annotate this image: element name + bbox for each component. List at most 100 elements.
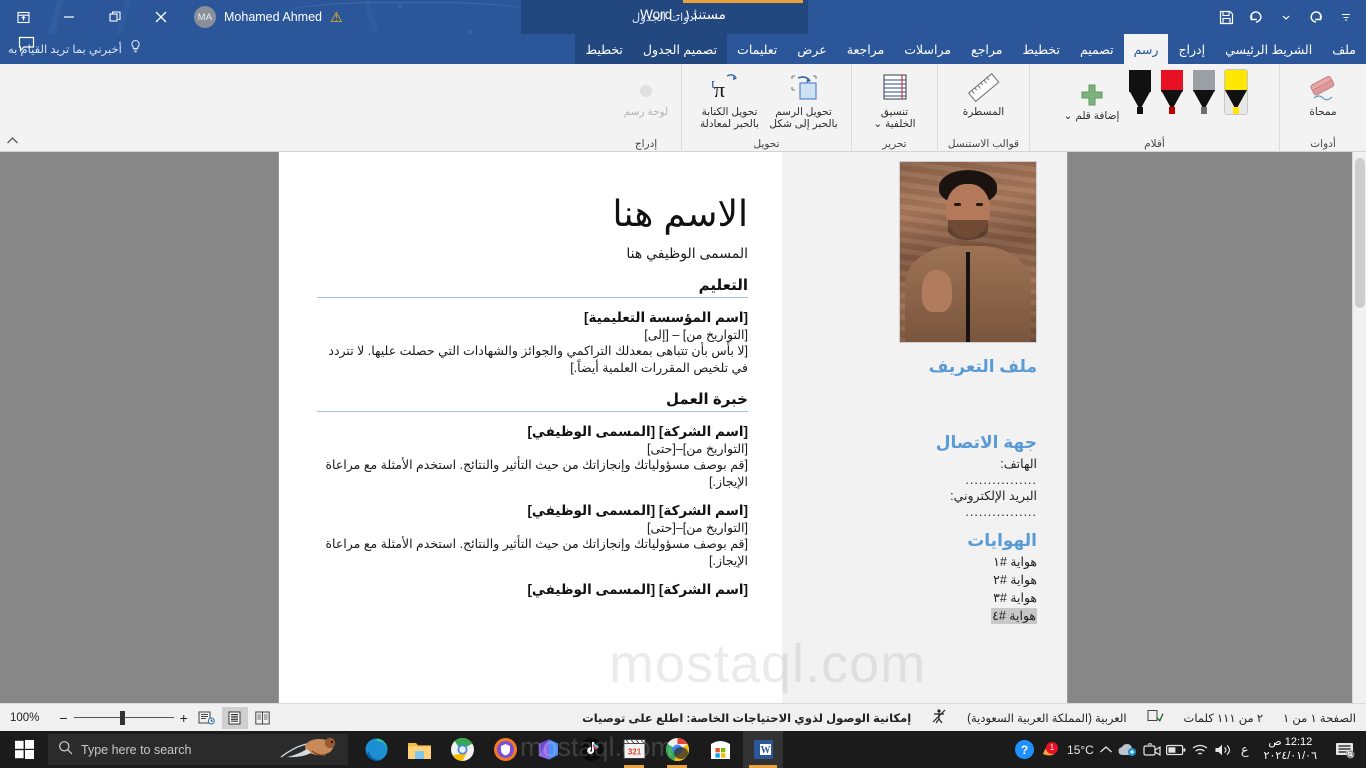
word-count[interactable]: ٢ من ١١١ كلمات xyxy=(1174,711,1274,725)
tab-5[interactable]: تخطيط xyxy=(1013,34,1070,64)
tab-4[interactable]: تصميم xyxy=(1070,34,1124,64)
svg-text:W: W xyxy=(760,745,770,756)
collapse-ribbon-icon[interactable] xyxy=(6,136,19,149)
help-question-icon[interactable]: ? xyxy=(1014,739,1035,760)
tab-10[interactable]: تعليمات xyxy=(727,34,787,64)
ink-to-shape-button[interactable]: تحويل الرسم بالحبر إلى شكل xyxy=(768,68,840,132)
print-layout-view[interactable] xyxy=(222,707,248,729)
ink-to-math-button[interactable]: π π تحويل الكتابة بالحبر لمعادلة xyxy=(694,68,766,132)
close-icon[interactable] xyxy=(138,0,184,34)
tab-11[interactable]: تصميم الجدول xyxy=(633,34,727,64)
temperature[interactable]: 15°C xyxy=(1067,743,1094,757)
action-center-icon[interactable] xyxy=(1328,731,1362,768)
ribbon-group-stencils-label: قوالب الاستنسل xyxy=(938,138,1029,150)
undo-dropdown-icon[interactable] xyxy=(1272,0,1300,34)
minimize-icon[interactable] xyxy=(46,0,92,34)
wifi-icon[interactable] xyxy=(1191,743,1209,757)
hobby-item[interactable]: هواية #٢ xyxy=(993,573,1037,587)
add-pen-label: إضافة قلم ⌄ xyxy=(1064,110,1120,122)
volume-icon[interactable] xyxy=(1214,743,1232,757)
read-mode-view[interactable] xyxy=(194,707,220,729)
ruler-label: المسطرة xyxy=(963,106,1004,118)
email-label: البريد الإلكتروني: xyxy=(800,487,1037,505)
entry-title: [اسم المؤسسة التعليمية] xyxy=(317,310,748,326)
document-canvas: ملف التعريف جهة الاتصال الهاتف: ........… xyxy=(0,152,1366,703)
language-indicator[interactable]: ع xyxy=(1237,742,1253,758)
hobby-item[interactable]: هواية #٤ xyxy=(991,608,1037,624)
windows-start-icon[interactable] xyxy=(0,731,48,768)
tab-0[interactable]: ملف xyxy=(1322,34,1366,64)
entry-description: [قم بوصف مسؤولياتك وإنجازاتك من حيث التأ… xyxy=(317,536,748,570)
ribbon-group-pens-label: أقلام xyxy=(1030,138,1279,150)
battery-icon[interactable] xyxy=(1166,744,1186,756)
tab-12[interactable]: تخطيط xyxy=(575,34,632,64)
tab-7[interactable]: مراسلات xyxy=(894,34,961,64)
drawing-canvas-button[interactable]: لوحة رسم xyxy=(617,68,675,120)
zoom-slider[interactable] xyxy=(74,711,174,725)
restore-icon[interactable] xyxy=(92,0,138,34)
save-icon[interactable] xyxy=(1212,0,1240,34)
hobbies-heading: الهوايات xyxy=(800,531,1037,551)
profile-photo[interactable] xyxy=(899,161,1037,343)
tab-3[interactable]: رسم xyxy=(1124,34,1169,64)
google-chrome-icon[interactable] xyxy=(442,731,482,768)
eraser-button[interactable]: ممحاة xyxy=(1294,68,1352,120)
file-explorer-icon[interactable] xyxy=(399,731,439,768)
show-hidden-icons-icon[interactable] xyxy=(1099,745,1113,755)
zoom-slider-knob[interactable] xyxy=(120,711,125,725)
background-format-button[interactable]: تنسيق الخلفية ⌄ xyxy=(866,68,924,132)
vertical-scrollbar[interactable] xyxy=(1352,152,1366,703)
microsoft-store-icon[interactable] xyxy=(700,731,740,768)
ribbon-display-options-icon[interactable] xyxy=(0,0,46,34)
avast-secure-browser-icon[interactable] xyxy=(485,731,525,768)
entry-dates: [التواريخ من] – [إلى] xyxy=(317,327,748,342)
account-info[interactable]: MA Mohamed Ahmed ⚠ xyxy=(188,0,349,34)
word-icon[interactable]: W xyxy=(743,731,783,768)
tab-1[interactable]: الشريط الرئيسي xyxy=(1215,34,1322,64)
web-layout-view[interactable] xyxy=(250,707,276,729)
pencil-gray-pen[interactable] xyxy=(1193,70,1215,114)
tab-8[interactable]: مراجعة xyxy=(837,34,895,64)
add-pen-button[interactable]: إضافة قلم ⌄ xyxy=(1063,68,1121,124)
zoom-percent[interactable]: 100% xyxy=(0,712,49,724)
pen-black[interactable] xyxy=(1129,70,1151,114)
tab-9[interactable]: عرض xyxy=(787,34,836,64)
zoom-out-button[interactable]: − xyxy=(59,710,67,726)
hobby-item[interactable]: هواية #١ xyxy=(993,555,1037,569)
ruler-button[interactable]: المسطرة xyxy=(955,68,1013,120)
zoom-in-button[interactable]: + xyxy=(180,710,188,726)
onedrive-icon[interactable] xyxy=(1118,743,1138,757)
accessibility-text[interactable]: إمكانية الوصول لذوي الاحتياجات الخاصة: ا… xyxy=(572,711,921,725)
search-input[interactable]: Type here to search xyxy=(48,734,348,765)
ribbon-group-insert: لوحة رسم إدراج xyxy=(611,64,682,152)
document-page[interactable]: ملف التعريف جهة الاتصال الهاتف: ........… xyxy=(279,152,1067,703)
microsoft-edge-icon[interactable] xyxy=(356,731,396,768)
comment-icon[interactable] xyxy=(18,36,35,58)
undo-icon[interactable] xyxy=(1302,0,1330,34)
section-heading: التعليم xyxy=(317,276,748,298)
resume-job-title: المسمى الوظيفي هنا xyxy=(317,245,748,262)
ribbon-group-stencils: المسطرة قوالب الاستنسل xyxy=(938,64,1030,152)
more-qat-icon[interactable] xyxy=(1332,0,1360,34)
camera-icon[interactable] xyxy=(1143,743,1161,757)
tab-6[interactable]: مراجع xyxy=(961,34,1012,64)
proofing-errors-icon[interactable] xyxy=(1137,709,1174,726)
hobby-item[interactable]: هواية #٣ xyxy=(993,591,1037,605)
page-info[interactable]: الصفحة ١ من ١ xyxy=(1273,711,1366,725)
ribbon-group-pens: إضافة قلم ⌄ أقلام xyxy=(1030,64,1280,152)
weather-icon[interactable]: 1 xyxy=(1040,740,1062,760)
redo-icon[interactable] xyxy=(1242,0,1270,34)
accessibility-icon[interactable] xyxy=(921,708,957,727)
hobby-row: هواية #٢ xyxy=(800,571,1037,589)
resume-main: الاسم هنا المسمى الوظيفي هنا التعليم[اسم… xyxy=(279,152,782,703)
tab-2[interactable]: إدراج xyxy=(1168,34,1215,64)
language-indicator[interactable]: العربية (المملكة العربية السعودية) xyxy=(957,711,1136,725)
warning-triangle-icon[interactable]: ⚠ xyxy=(330,10,343,24)
pen-red[interactable] xyxy=(1161,70,1183,114)
scrollbar-thumb[interactable] xyxy=(1355,158,1365,308)
ribbon-group-editing: تنسيق الخلفية ⌄ تحرير xyxy=(852,64,938,152)
clock[interactable]: 12:12 ص ٢٠٢٤/٠١/٠٦ xyxy=(1258,736,1323,764)
quick-access-toolbar xyxy=(1212,0,1360,34)
highlighter-yellow-pen[interactable] xyxy=(1225,70,1247,114)
clock-time: 12:12 ص xyxy=(1264,736,1317,750)
